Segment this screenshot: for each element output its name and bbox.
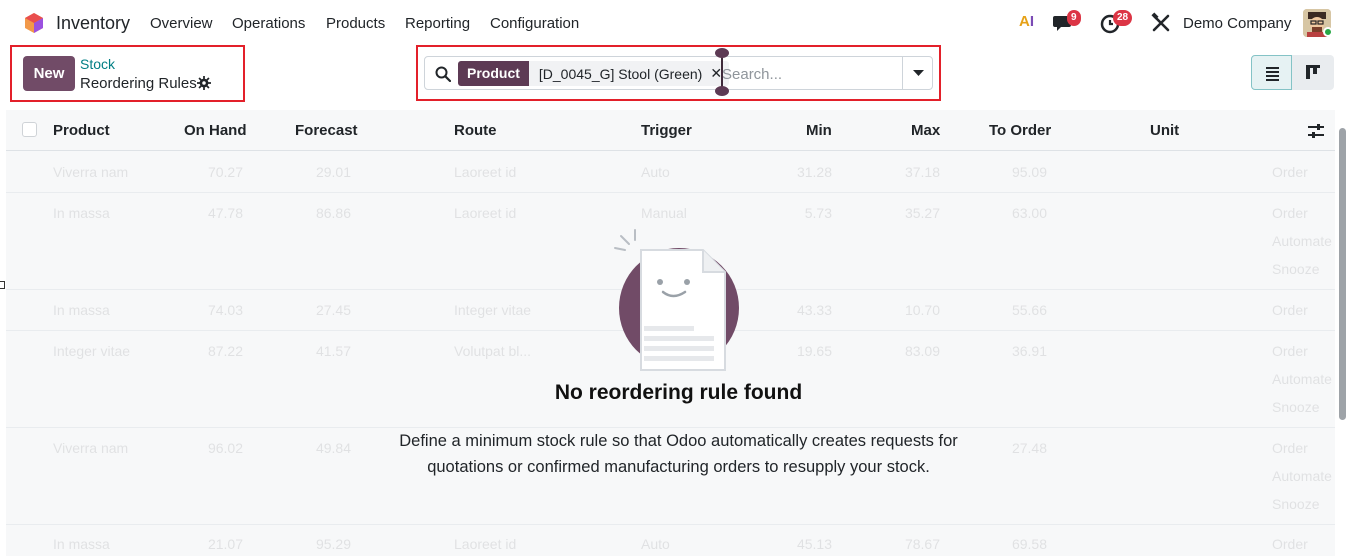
sample-max: 35.27: [904, 205, 940, 221]
select-all-checkbox[interactable]: [22, 122, 37, 137]
column-trigger[interactable]: Trigger: [641, 122, 692, 139]
row-separator: [6, 192, 1335, 193]
list-view-icon: [1266, 67, 1279, 81]
sample-action: Order: [1272, 164, 1308, 180]
empty-state-line-2: quotations or confirmed manufacturing or…: [427, 458, 930, 476]
kanban-view-button[interactable]: [1292, 55, 1334, 90]
sample-action: Order: [1272, 205, 1308, 221]
sample-route: Volutpat bl...: [454, 343, 532, 359]
sample-forecast: 27.45: [315, 302, 351, 318]
column-max[interactable]: Max: [911, 122, 940, 139]
sample-product: In massa: [53, 536, 110, 552]
sample-max: 78.67: [904, 536, 940, 552]
sample-automate: Automate: [1272, 468, 1332, 484]
sample-on-hand: 87.22: [207, 343, 243, 359]
sample-forecast: 29.01: [315, 164, 351, 180]
column-route[interactable]: Route: [454, 122, 497, 139]
sample-snooze: Snooze: [1272, 261, 1320, 277]
sample-on-hand: 96.02: [207, 440, 243, 456]
sample-max: 83.09: [904, 343, 940, 359]
sample-forecast: 49.84: [315, 440, 351, 456]
sample-to-order: 36.91: [1011, 343, 1047, 359]
sample-action: Order: [1272, 536, 1308, 552]
sample-product: Viverra nam: [53, 440, 129, 456]
sample-trigger: Auto: [641, 164, 670, 180]
sample-product: In massa: [53, 302, 110, 318]
sample-to-order: 63.00: [1011, 205, 1047, 221]
sample-to-order: 55.66: [1011, 302, 1047, 318]
column-unit[interactable]: Unit: [1150, 122, 1179, 139]
highlight-search-box: [416, 45, 941, 101]
sample-action: Order: [1272, 302, 1308, 318]
resize-handle[interactable]: [0, 281, 5, 289]
sample-trigger: Auto: [641, 536, 670, 552]
sample-forecast: 95.29: [315, 536, 351, 552]
vertical-scrollbar[interactable]: [1339, 128, 1346, 420]
sample-min: 31.28: [796, 164, 832, 180]
app-name[interactable]: Inventory: [56, 13, 130, 34]
sample-to-order: 27.48: [1011, 440, 1047, 456]
menu-reporting[interactable]: Reporting: [405, 15, 470, 32]
online-status-dot: [1323, 27, 1333, 37]
sample-product: In massa: [53, 205, 110, 221]
column-product[interactable]: Product: [53, 122, 110, 139]
menu-configuration[interactable]: Configuration: [490, 15, 579, 32]
sample-max: 37.18: [904, 164, 940, 180]
sample-action: Order: [1272, 440, 1308, 456]
highlight-breadcrumb-box: [10, 45, 245, 102]
menu-overview[interactable]: Overview: [150, 15, 213, 32]
sample-route: Laoreet id: [454, 205, 517, 221]
empty-state-description: Define a minimum stock rule so that Odoo…: [385, 428, 972, 480]
sample-to-order: 69.58: [1011, 536, 1047, 552]
company-switcher[interactable]: Demo Company: [1183, 15, 1291, 32]
sample-forecast: 41.57: [315, 343, 351, 359]
sample-on-hand: 70.27: [207, 164, 243, 180]
sample-automate: Automate: [1272, 233, 1332, 249]
ai-letter-i: I: [1029, 13, 1035, 30]
sample-on-hand: 21.07: [207, 536, 243, 552]
column-on-hand[interactable]: On Hand: [184, 122, 247, 139]
sample-product: Viverra nam: [53, 164, 129, 180]
sample-trigger: Manual: [641, 205, 687, 221]
sample-action: Order: [1272, 343, 1308, 359]
list-view-button[interactable]: [1251, 55, 1292, 90]
ai-icon[interactable]: AI: [1019, 13, 1034, 30]
menu-products[interactable]: Products: [326, 15, 385, 32]
empty-document-smiley-icon: [614, 229, 739, 371]
sample-max: 10.70: [904, 302, 940, 318]
column-forecast[interactable]: Forecast: [295, 122, 358, 139]
menu-operations[interactable]: Operations: [232, 15, 305, 32]
sample-min: 5.73: [804, 205, 832, 221]
sample-min: 43.33: [796, 302, 832, 318]
sample-to-order: 95.09: [1011, 164, 1047, 180]
empty-state-line-1: Define a minimum stock rule so that Odoo…: [399, 432, 958, 450]
ai-letter-a: A: [1019, 13, 1030, 30]
empty-state-title: No reordering rule found: [554, 381, 803, 404]
kanban-view-icon: [1306, 65, 1320, 79]
sample-forecast: 86.86: [315, 205, 351, 221]
sample-on-hand: 74.03: [207, 302, 243, 318]
sample-snooze: Snooze: [1272, 496, 1320, 512]
sample-route: Laoreet id: [454, 164, 517, 180]
list-header: Product On Hand Forecast Route Trigger M…: [6, 110, 1335, 151]
sample-route: Integer vitae: [454, 302, 532, 318]
column-min[interactable]: Min: [806, 122, 832, 139]
inventory-app-icon[interactable]: [23, 12, 45, 34]
tools-icon[interactable]: [1149, 11, 1173, 35]
optional-columns-icon[interactable]: [1308, 123, 1324, 139]
sample-product: Integer vitae: [53, 343, 131, 359]
top-navbar: Inventory Overview Operations Products R…: [0, 0, 1350, 46]
messages-badge: 9: [1067, 10, 1081, 26]
sample-min: 45.13: [796, 536, 832, 552]
column-to-order[interactable]: To Order: [989, 122, 1051, 139]
sample-on-hand: 47.78: [207, 205, 243, 221]
row-separator: [6, 524, 1335, 525]
sample-route: Laoreet id: [454, 536, 517, 552]
sample-min: 19.65: [796, 343, 832, 359]
activities-badge: 28: [1113, 10, 1133, 26]
